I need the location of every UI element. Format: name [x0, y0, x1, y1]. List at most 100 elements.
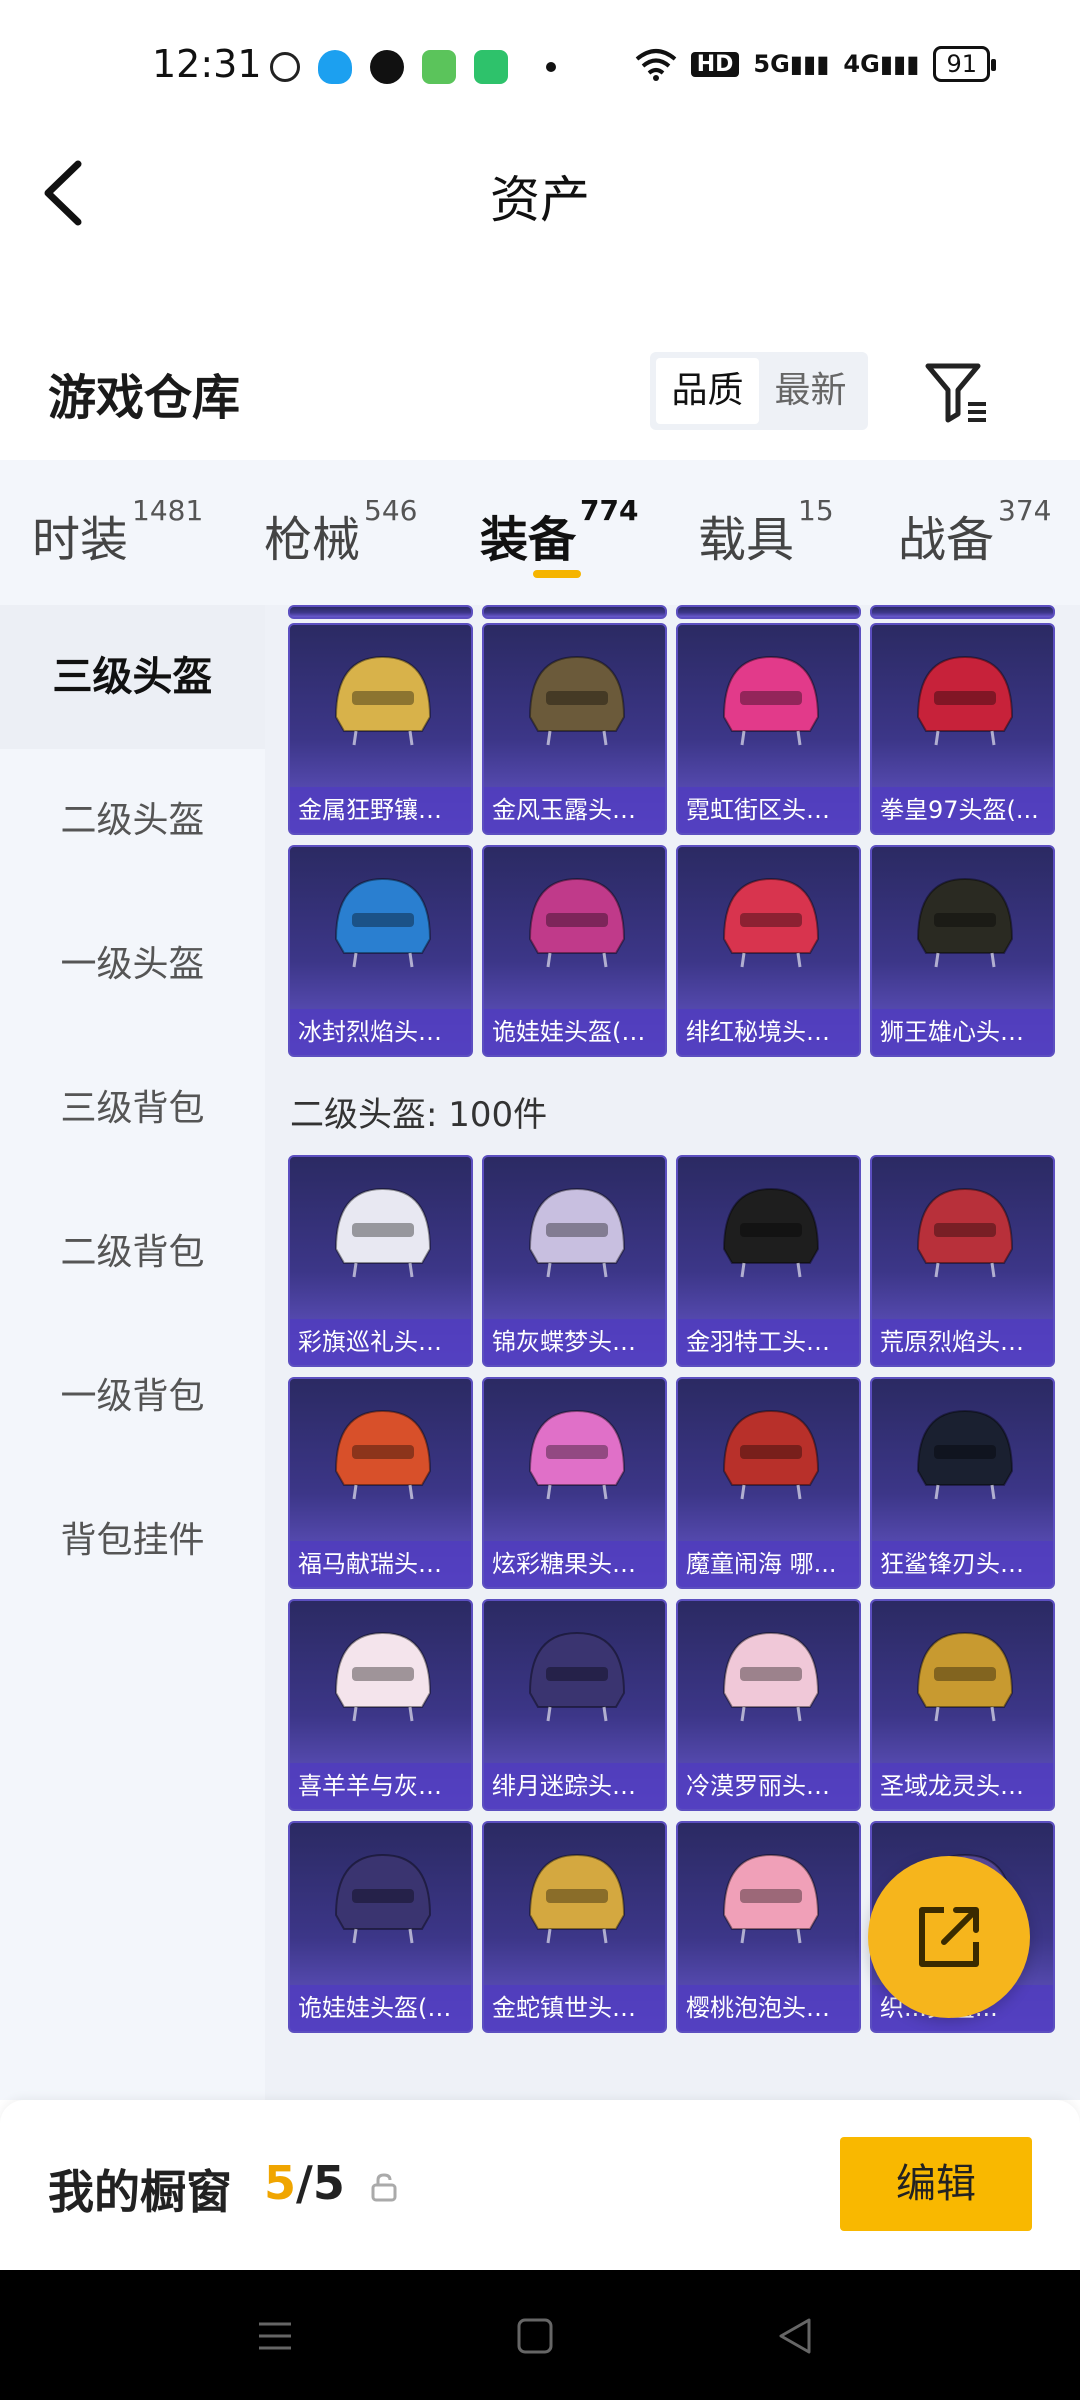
sort-quality-option[interactable]: 品质: [656, 358, 759, 424]
helmet-icon: [722, 655, 820, 746]
helmet-icon: [528, 877, 626, 968]
helmet-icon: [528, 1409, 626, 1500]
item-card[interactable]: 诡娃娃头盔(3...: [482, 845, 667, 1057]
item-card-partial: [676, 605, 861, 619]
item-card-partial: [870, 605, 1055, 619]
helmet-icon: [334, 1853, 432, 1944]
item-card[interactable]: 金蛇镇世头盔...: [482, 1821, 667, 2033]
active-tab-indicator: [533, 570, 581, 578]
item-name: 锦灰蝶梦头盔...: [484, 1319, 665, 1365]
message-icon: [422, 50, 456, 84]
item-card[interactable]: 冰封烈焰头盔...: [288, 845, 473, 1057]
item-name: 霓虹街区头盔...: [678, 787, 859, 833]
more-dot-icon: [546, 62, 556, 72]
showcase-bar: 我的橱窗 5/5 编辑: [0, 2100, 1080, 2270]
helmet-icon: [722, 1409, 820, 1500]
category-tabs: 时装1481 枪械546 装备774 载具15 战备374: [0, 460, 1080, 605]
system-nav-bar: [0, 2270, 1080, 2400]
section-label-level2: 二级头盔: 100件: [290, 1095, 548, 1135]
sidebar-item-level2-backpack[interactable]: 二级背包: [0, 1181, 265, 1325]
signal-4g: 4G▮▮▮: [843, 50, 920, 78]
sidebar-item-level3-backpack[interactable]: 三级背包: [0, 1037, 265, 1181]
helmet-icon: [528, 1187, 626, 1278]
helmet-icon: [722, 1631, 820, 1722]
signal-5g: 5G▮▮▮: [753, 50, 830, 78]
helmet-icon: [916, 1409, 1014, 1500]
helmet-icon: [334, 1187, 432, 1278]
sidebar-item-level2-helmet[interactable]: 二级头盔: [0, 749, 265, 893]
tab-fashion[interactable]: 时装1481: [32, 494, 203, 570]
item-name: 圣域龙灵头盔...: [872, 1763, 1053, 1809]
item-name: 诡娃娃头盔(3...: [484, 1009, 665, 1055]
item-card[interactable]: 霓虹街区头盔...: [676, 623, 861, 835]
edit-button[interactable]: 编辑: [840, 2137, 1032, 2231]
item-card[interactable]: 拳皇97头盔(...: [870, 623, 1055, 835]
menu-nav-icon[interactable]: [255, 2316, 295, 2356]
item-card[interactable]: 樱桃泡泡头盔...: [676, 1821, 861, 2033]
item-card[interactable]: 锦灰蝶梦头盔...: [482, 1155, 667, 1367]
item-name: 喜羊羊与灰太...: [290, 1763, 471, 1809]
item-card[interactable]: 诡娃娃头盔(2...: [288, 1821, 473, 2033]
home-nav-icon[interactable]: [515, 2316, 555, 2356]
item-card[interactable]: 狮王雄心头盔...: [870, 845, 1055, 1057]
wifi-icon: [635, 49, 676, 81]
prev-row-stub: [288, 605, 1058, 619]
sidebar: 三级头盔 二级头盔 一级头盔 三级背包 二级背包 一级背包 背包挂件: [0, 605, 265, 2100]
item-card-partial: [482, 605, 667, 619]
lock-icon: [371, 2173, 397, 2202]
wechat-icon: [370, 50, 404, 84]
tab-equipment[interactable]: 装备774: [480, 494, 638, 570]
status-time: 12:31: [152, 42, 262, 86]
item-name: 金蛇镇世头盔...: [484, 1985, 665, 2031]
item-card[interactable]: 喜羊羊与灰太...: [288, 1599, 473, 1811]
helmet-icon: [916, 655, 1014, 746]
level3-helmet-grid: 金属狂野镶钻... 金风玉露头盔... 霓虹街区头盔... 拳皇97头盔(... 冰封烈…: [288, 623, 1058, 1057]
tab-supplies[interactable]: 战备374: [898, 494, 1051, 570]
item-card[interactable]: 绯月迷踪头盔...: [482, 1599, 667, 1811]
top-nav: 资产: [0, 130, 1080, 260]
filter-icon[interactable]: [924, 360, 988, 424]
helmet-icon: [916, 877, 1014, 968]
helmet-icon: [528, 1853, 626, 1944]
item-card[interactable]: 冷漠罗丽头盔...: [676, 1599, 861, 1811]
item-card[interactable]: 福马献瑞头盔...: [288, 1377, 473, 1589]
status-right: HD 5G▮▮▮ 4G▮▮▮ 91: [635, 46, 996, 82]
helmet-icon: [722, 1187, 820, 1278]
sidebar-item-backpack-charm[interactable]: 背包挂件: [0, 1469, 265, 1613]
sidebar-item-level3-helmet[interactable]: 三级头盔: [0, 605, 265, 749]
warehouse-header: 游戏仓库 品质 最新: [0, 330, 1080, 450]
item-card[interactable]: 彩旗巡礼头盔...: [288, 1155, 473, 1367]
tab-weapons[interactable]: 枪械546: [264, 494, 417, 570]
item-card[interactable]: 金羽特工头盔...: [676, 1155, 861, 1367]
back-nav-icon[interactable]: [775, 2316, 815, 2356]
item-name: 彩旗巡礼头盔...: [290, 1319, 471, 1365]
item-card[interactable]: 狂鲨锋刃头盔...: [870, 1377, 1055, 1589]
sidebar-item-level1-backpack[interactable]: 一级背包: [0, 1325, 265, 1469]
item-card[interactable]: 绯红秘境头盔...: [676, 845, 861, 1057]
item-card[interactable]: 金属狂野镶钻...: [288, 623, 473, 835]
phone-icon: [474, 50, 508, 84]
item-name: 绯红秘境头盔...: [678, 1009, 859, 1055]
sidebar-item-level1-helmet[interactable]: 一级头盔: [0, 893, 265, 1037]
item-name: 魔童闹海 哪...: [678, 1541, 859, 1587]
helmet-icon: [722, 1853, 820, 1944]
helmet-icon: [334, 877, 432, 968]
warehouse-title: 游戏仓库: [48, 370, 241, 426]
item-card[interactable]: 炫彩糖果头盔...: [482, 1377, 667, 1589]
tab-vehicles[interactable]: 载具15: [698, 494, 834, 570]
item-name: 樱桃泡泡头盔...: [678, 1985, 859, 2031]
item-card[interactable]: 金风玉露头盔...: [482, 623, 667, 835]
item-name: 冷漠罗丽头盔...: [678, 1763, 859, 1809]
item-name: 福马献瑞头盔...: [290, 1541, 471, 1587]
item-card[interactable]: 荒原烈焰头盔...: [870, 1155, 1055, 1367]
status-bar: 12:31 HD 5G▮▮▮ 4G▮▮▮ 91: [0, 0, 1080, 130]
helmet-icon: [916, 1631, 1014, 1722]
item-card[interactable]: 圣域龙灵头盔...: [870, 1599, 1055, 1811]
sort-latest-option[interactable]: 最新: [759, 358, 862, 424]
helmet-icon: [916, 1187, 1014, 1278]
share-fab[interactable]: [868, 1856, 1030, 2018]
showcase-count: 5/5: [264, 2156, 345, 2210]
item-card[interactable]: 魔童闹海 哪...: [676, 1377, 861, 1589]
item-name: 荒原烈焰头盔...: [872, 1319, 1053, 1365]
item-name: 绯月迷踪头盔...: [484, 1763, 665, 1809]
